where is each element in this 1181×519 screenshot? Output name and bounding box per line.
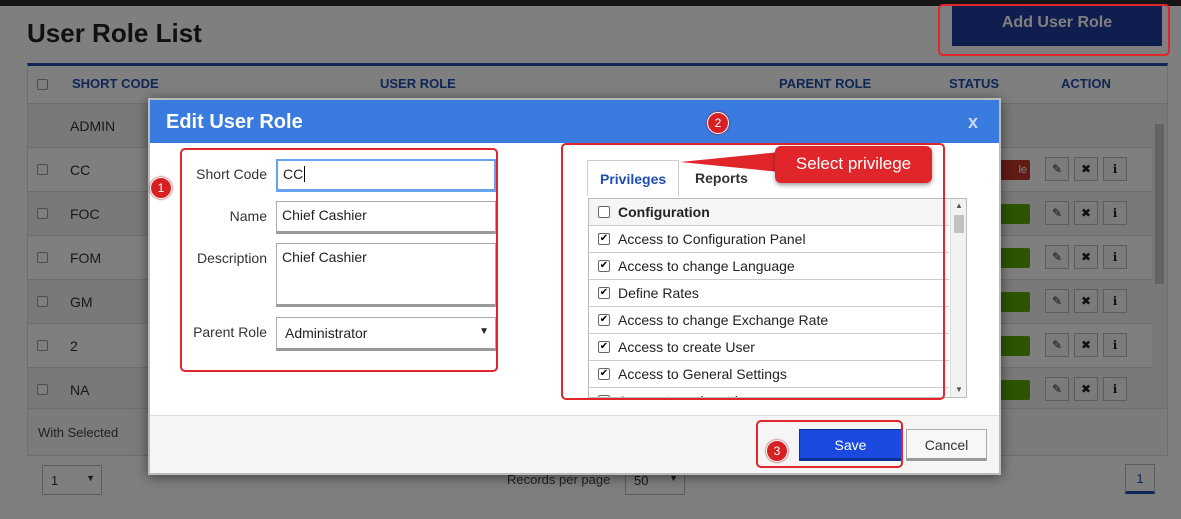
callout-arrow-icon — [680, 152, 780, 172]
select-privilege-callout: Select privilege — [775, 146, 932, 183]
callout-pointer — [680, 152, 780, 172]
